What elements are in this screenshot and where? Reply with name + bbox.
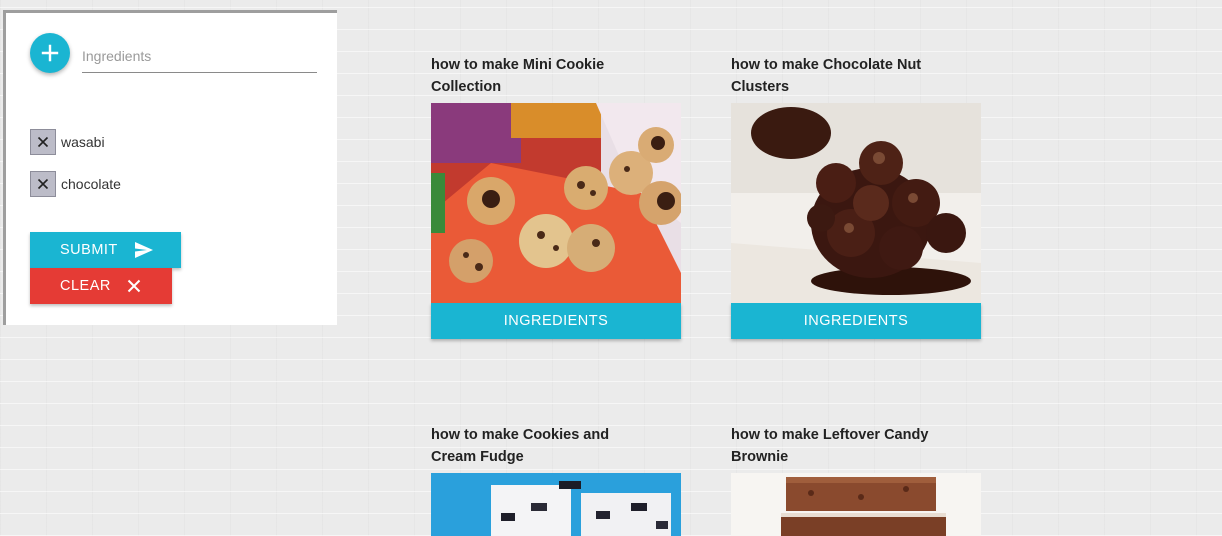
chip-label: wasabi: [61, 134, 105, 150]
recipe-title: how to make Cookies and Cream Fudge: [431, 427, 610, 465]
ingredient-chip: chocolate: [30, 171, 121, 197]
chip-label: chocolate: [61, 176, 121, 192]
recipe-image[interactable]: [731, 103, 981, 303]
recipe-image[interactable]: [731, 473, 981, 536]
recipe-image[interactable]: [431, 103, 681, 303]
ingredient-input[interactable]: [82, 39, 317, 73]
ingredients-button[interactable]: INGREDIENTS: [731, 303, 981, 339]
submit-button[interactable]: SUBMIT: [30, 232, 181, 268]
recipe-card: how to make Cookies and Cream Fudge: [431, 424, 681, 536]
recipe-title: how to make Leftover Candy Brownie: [731, 427, 929, 465]
recipe-card: how to make Leftover Candy Brownie: [731, 424, 981, 536]
ingredient-panel: wasabi chocolate SUBMIT CLEAR: [3, 10, 337, 325]
plus-icon: [41, 44, 59, 62]
remove-chip-button[interactable]: [30, 171, 56, 197]
submit-label: SUBMIT: [60, 242, 118, 258]
close-icon: [127, 279, 141, 293]
recipe-image[interactable]: [431, 473, 681, 536]
ingredients-button[interactable]: INGREDIENTS: [431, 303, 681, 339]
remove-chip-button[interactable]: [30, 129, 56, 155]
add-ingredient-button[interactable]: [30, 33, 70, 73]
clear-label: CLEAR: [60, 278, 111, 294]
recipe-card: how to make Chocolate Nut Clusters INGRE…: [731, 54, 981, 339]
clear-button[interactable]: CLEAR: [30, 268, 172, 304]
close-icon: [37, 136, 49, 148]
recipe-title: how to make Chocolate Nut Clusters: [731, 57, 922, 95]
close-icon: [37, 178, 49, 190]
send-icon: [134, 241, 154, 259]
recipe-card: how to make Mini Cookie Collection INGRE…: [431, 54, 681, 339]
recipe-title: how to make Mini Cookie Collection: [431, 57, 605, 95]
ingredient-chip: wasabi: [30, 129, 105, 155]
